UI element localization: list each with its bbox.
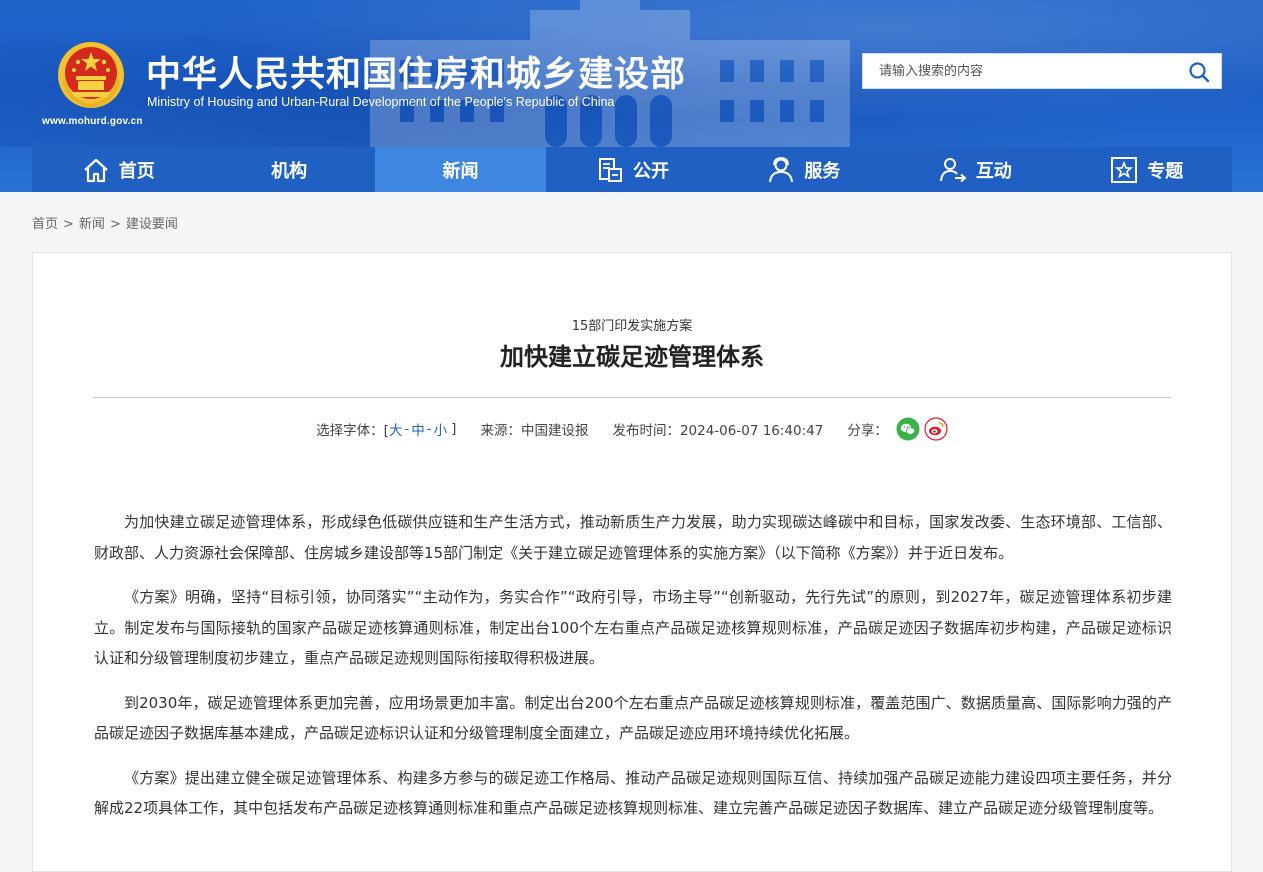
headline-divider [93, 397, 1171, 398]
search-box [862, 53, 1222, 89]
article-published-time: 发布时间：2024-06-07 16:40:47 [612, 423, 824, 439]
font-size-dash: - [404, 421, 410, 437]
nav-item-label: 专题 [1147, 160, 1184, 182]
site-url: www.mohurd.gov.cn [42, 116, 143, 127]
share-bar: 分享： [847, 417, 948, 441]
article-paragraph: 到2030年，碳足迹管理体系更加完善，应用场景更加丰富。制定出台200个左右重点… [94, 693, 1172, 743]
font-size-medium[interactable]: 中 [411, 419, 425, 439]
document-icon [598, 157, 622, 182]
font-size-large[interactable]: 大 [389, 419, 403, 439]
breadcrumb: 首页 > 新闻 > 建设要闻 [32, 213, 178, 232]
nav-item-label: 互动 [975, 160, 1012, 182]
service-user-icon [769, 156, 794, 182]
share-label: 分享： [847, 423, 888, 439]
font-size-label: 选择字体：[ [316, 423, 389, 439]
search-input[interactable] [863, 54, 1173, 88]
weibo-share-icon[interactable] [924, 417, 948, 441]
font-size-dash: - [426, 421, 432, 437]
article-body: 为加快建立碳足迹管理体系，形成绿色低碳供应链和生产生活方式，推动新质生产力发展，… [94, 507, 1172, 838]
nav-item-interaction[interactable]: 互动 [889, 147, 1060, 192]
breadcrumb-separator: > [63, 217, 74, 232]
national-emblem-icon [58, 42, 124, 109]
breadcrumb-home[interactable]: 首页 [32, 217, 58, 232]
breadcrumb-news[interactable]: 新闻 [79, 217, 105, 232]
site-title[interactable]: 中华人民共和国住房和城乡建设部 [146, 46, 686, 97]
article-source: 来源：中国建设报 [480, 423, 589, 439]
breadcrumb-separator: > [109, 217, 121, 232]
font-size-small[interactable]: 小 [434, 419, 448, 439]
font-size-close: ] [451, 421, 457, 437]
nav-item-institutions[interactable]: 机构 [203, 147, 374, 192]
article-paragraph: 《方案》明确，坚持“目标引领，协同落实”“主动作为，务实合作”“政府引导，市场主… [94, 588, 1172, 667]
main-nav: 首页 机构 新闻 公开 服务 互动 专题 [32, 147, 1232, 192]
interact-user-icon [939, 157, 967, 182]
nav-item-public[interactable]: 公开 [546, 147, 717, 192]
article-paragraph: 《方案》提出建立健全碳足迹管理体系、构建多方参与的碳足迹工作格局、推动产品碳足迹… [94, 768, 1172, 818]
nav-item-label: 公开 [632, 160, 669, 182]
article-headline: 加快建立碳足迹管理体系 [500, 343, 764, 371]
search-icon[interactable] [1187, 60, 1211, 84]
article-paragraph: 为加快建立碳足迹管理体系，形成绿色低碳供应链和生产生活方式，推动新质生产力发展，… [94, 513, 1172, 562]
nav-item-label: 首页 [118, 160, 155, 182]
nav-item-home[interactable]: 首页 [32, 147, 203, 192]
nav-item-label: 机构 [271, 160, 308, 182]
wechat-share-icon[interactable] [896, 417, 920, 441]
star-box-icon [1111, 156, 1138, 183]
article-subhead: 15部门印发实施方案 [571, 319, 693, 334]
nav-item-label: 新闻 [442, 160, 479, 182]
breadcrumb-current[interactable]: 建设要闻 [126, 217, 178, 232]
font-size-selector: 选择字体：[ 大 - 中 - 小 ] [316, 419, 456, 439]
site-subtitle: Ministry of Housing and Urban-Rural Deve… [147, 95, 615, 109]
home-icon [83, 158, 108, 182]
article-meta: 选择字体：[ 大 - 中 - 小 ] 来源：中国建设报 发布时间：2024-06… [33, 417, 1231, 441]
nav-item-label: 服务 [804, 160, 841, 182]
article-container: 15部门印发实施方案 加快建立碳足迹管理体系 选择字体：[ 大 - 中 - 小 … [32, 252, 1232, 872]
nav-item-news[interactable]: 新闻 [374, 147, 547, 192]
nav-item-service[interactable]: 服务 [718, 147, 889, 192]
nav-item-topics[interactable]: 专题 [1061, 147, 1232, 192]
